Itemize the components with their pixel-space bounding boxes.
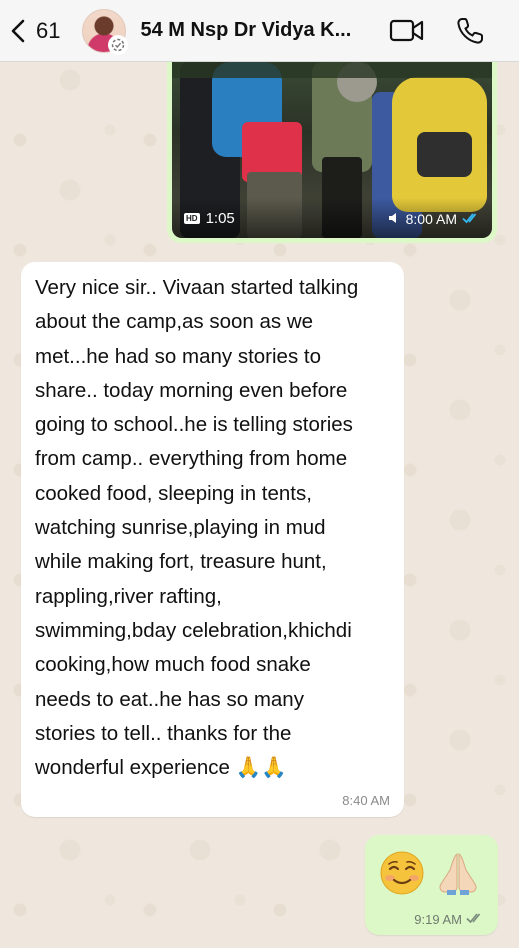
message-text: Very nice sir.. Vivaan started talking a… [35,276,359,780]
chat-header: 61 54 M Nsp Dr Vidya K... [0,0,519,62]
outgoing-emoji-message[interactable]: 9:19 AM [365,835,498,935]
video-message[interactable]: HD 1:05 8:00 AM [167,62,497,243]
message-time: 9:19 AM [414,912,462,927]
incoming-message[interactable]: Very nice sir.. Vivaan started talking a… [21,262,404,817]
delivered-ticks-icon [466,912,484,927]
phone-icon[interactable] [455,16,485,51]
folded-hands-icon [439,853,477,895]
message-time: 8:00 AM [405,211,457,227]
smiling-face-icon [380,851,424,895]
back-button[interactable]: 61 [10,0,60,62]
speaker-icon [388,211,400,227]
video-thumbnail[interactable]: HD 1:05 8:00 AM [172,62,492,238]
avatar[interactable] [82,8,129,55]
video-call-icon[interactable] [389,16,425,51]
contact-name[interactable]: 54 M Nsp Dr Vidya K... [140,19,368,42]
video-duration: 1:05 [205,210,235,227]
read-ticks-icon [462,211,480,227]
message-time: 8:40 AM [342,793,390,808]
unread-count: 61 [36,17,61,43]
hd-badge: HD [184,213,200,224]
chevron-left-icon [11,19,25,42]
status-ring-icon [108,34,129,55]
